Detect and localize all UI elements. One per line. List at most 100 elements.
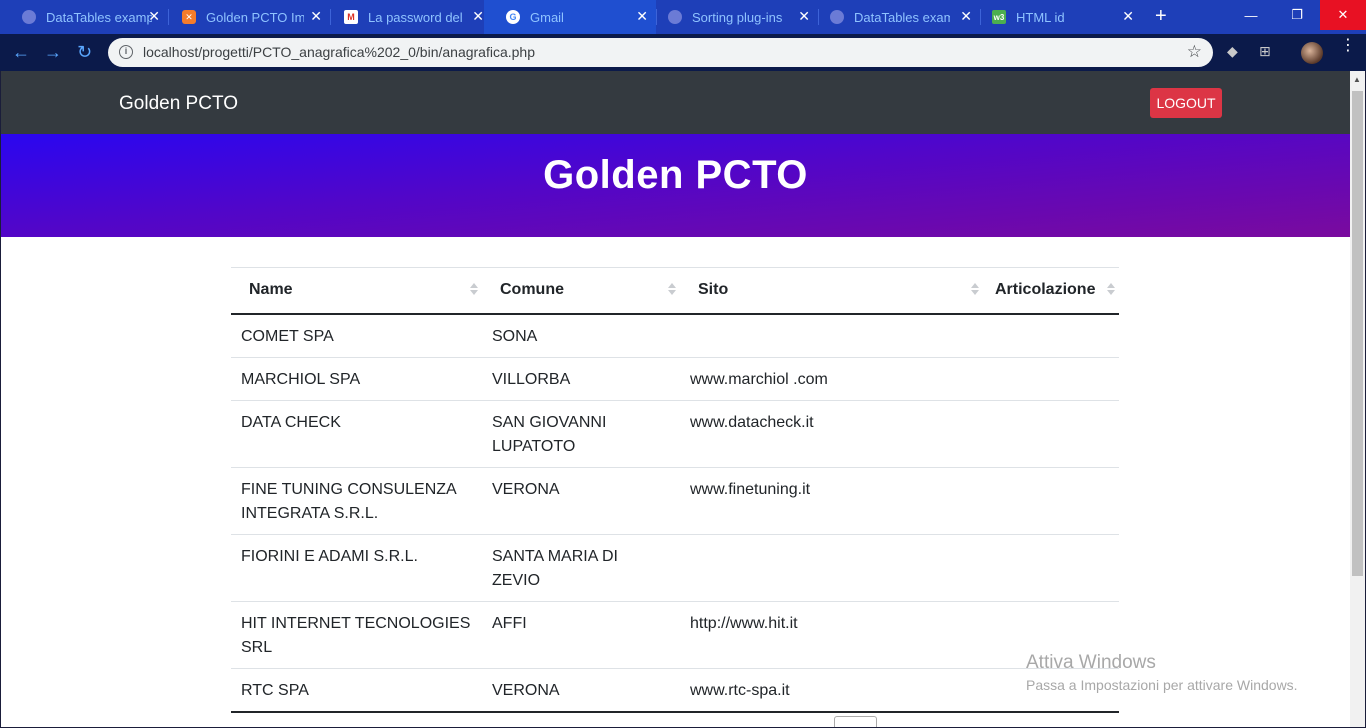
gmail-icon: M [344,10,358,24]
browser-tab[interactable]: w3 HTML id ✕ [970,0,1142,34]
browser-tab[interactable]: DataTables example ✕ [808,0,980,34]
window-close-icon[interactable]: ✕ [1320,0,1366,30]
extension-icon[interactable]: ◆ [1227,43,1238,60]
new-tab-icon[interactable]: + [1155,6,1167,26]
tab-title: DataTables example [46,9,152,25]
browser-tab[interactable]: M La password del tuo ✕ [322,0,492,34]
scroll-up-icon[interactable]: ▲ [1353,75,1361,84]
restore-icon[interactable]: ❐ [1274,0,1320,30]
address-bar[interactable]: i localhost/progetti/PCTO_anagrafica%202… [108,38,1213,67]
tab-title: Gmail [530,9,564,25]
column-header-label: Sito [698,281,729,299]
globe-icon [668,10,682,24]
cell-name: MARCHIOL SPA [231,356,482,400]
watermark-title: Attiva Windows [1026,652,1156,673]
cell-name: RTC SPA [231,667,482,712]
extensions-grid-icon[interactable]: ⊞ [1259,43,1271,60]
windows-activation-watermark: Attiva Windows Passa a Impostazioni per … [1026,652,1298,693]
sort-icon[interactable] [1107,283,1115,297]
sort-icon[interactable] [668,283,676,297]
column-header-label: Articolazione [995,281,1096,299]
footer-articolazione: Articolazione [983,710,1119,727]
close-icon[interactable]: ✕ [472,9,484,23]
cell-comune: AFFI [482,600,680,668]
browser-tab[interactable]: ✕ Golden PCTO Image ✕ [160,0,330,34]
info-icon[interactable]: i [119,45,133,59]
address-url[interactable]: localhost/progetti/PCTO_anagrafica%202_0… [143,44,535,60]
cell-comune: SONA [492,327,538,345]
cell-sito: www.marchiol .com [680,356,983,400]
minimize-icon[interactable]: — [1228,0,1274,30]
column-header-articolazione[interactable]: Articolazione [983,267,1119,315]
browser-tab-active[interactable]: G Gmail ✕ [484,0,656,34]
page-scrollbar[interactable]: ▲ [1350,71,1365,727]
pagination-button[interactable] [834,716,877,727]
cell-name: DATA CHECK [231,399,482,467]
tab-title: La password del tuo [368,9,466,25]
cell-sito: http://www.hit.it [680,600,983,668]
cell-sito: www.datacheck.it [680,399,983,467]
cell-articolazione [983,314,1119,358]
back-icon[interactable]: ← [12,42,30,62]
cell-comune: VILLORBA [482,356,680,400]
bookmark-star-icon[interactable]: ☆ [1187,42,1202,62]
navbar-brand[interactable]: Golden PCTO [119,93,238,115]
globe-icon [22,10,36,24]
footer-comune: Comune [482,710,680,727]
profile-avatar[interactable] [1301,42,1323,64]
cell-comune: VERONA [482,667,680,712]
close-icon[interactable]: ✕ [1122,9,1134,23]
cell-articolazione [983,533,1119,601]
footer-name: Name [231,710,482,727]
table-row: COMET SPA SONA [231,314,1119,358]
column-header-sito[interactable]: Sito [680,267,983,315]
cell-name: COMET SPA [241,327,334,345]
xampp-icon: ✕ [182,10,196,24]
browser-toolbar: ← → ↻ i localhost/progetti/PCTO_anagrafi… [0,34,1366,71]
tab-title: Golden PCTO Image [206,9,304,25]
reload-icon[interactable]: ↻ [77,42,92,62]
table-row: FIORINI E ADAMI S.R.L. SANTA MARIA DI ZE… [231,533,1119,601]
forward-icon[interactable]: → [44,42,62,62]
table-footer-row: Name Comune Sito Articolazione [231,710,1119,727]
hero-banner: Golden PCTO [1,134,1350,237]
cell-articolazione [983,466,1119,534]
cell-sito [680,533,983,601]
scrollbar-thumb[interactable] [1352,91,1363,576]
close-icon[interactable]: ✕ [148,9,160,23]
sort-icon[interactable] [470,283,478,297]
cell-name: HIT INTERNET TECNOLOGIES SRL [231,600,482,668]
close-icon[interactable]: ✕ [310,9,322,23]
column-header-label: Comune [500,281,564,299]
sort-icon[interactable] [971,283,979,297]
column-header-comune[interactable]: Comune [482,267,680,315]
tab-title: HTML id [1016,9,1065,25]
table-row: FINE TUNING CONSULENZA INTEGRATA S.R.L. … [231,466,1119,534]
table-header-row: Name Comune Sito Articolazione [231,267,1119,315]
table-row: DATA CHECK SAN GIOVANNI LUPATOTO www.dat… [231,399,1119,467]
footer-sito: Sito [680,710,983,727]
column-header-label: Name [249,281,293,299]
browser-tab[interactable]: Sorting plug-ins ✕ [646,0,818,34]
watermark-subtitle: Passa a Impostazioni per attivare Window… [1026,677,1298,693]
table-row: MARCHIOL SPA VILLORBA www.marchiol .com [231,356,1119,400]
companies-table: Name Comune Sito Articolazione COMET SPA… [231,267,1119,727]
column-header-name[interactable]: Name [231,267,482,315]
cell-name: FINE TUNING CONSULENZA INTEGRATA S.R.L. [231,466,482,534]
browser-tab[interactable]: DataTables example ✕ [0,0,168,34]
tab-strip: DataTables example ✕ ✕ Golden PCTO Image… [0,0,1366,34]
cell-comune: SANTA MARIA DI ZEVIO [482,533,680,601]
cell-comune: SAN GIOVANNI LUPATOTO [482,399,680,467]
site-navbar: Golden PCTO LOGOUT [1,71,1350,134]
globe-icon [830,10,844,24]
cell-articolazione [983,399,1119,467]
page-viewport: Golden PCTO LOGOUT Golden PCTO Name Comu… [1,71,1350,727]
page-title: Golden PCTO [543,153,808,197]
tab-title: DataTables example [854,9,950,25]
logout-button[interactable]: LOGOUT [1150,88,1222,118]
cell-sito: www.finetuning.it [680,466,983,534]
cell-articolazione [983,356,1119,400]
google-icon: G [506,10,520,24]
menu-kebab-icon[interactable]: ⋮ [1340,38,1356,54]
w3schools-icon: w3 [992,10,1006,24]
